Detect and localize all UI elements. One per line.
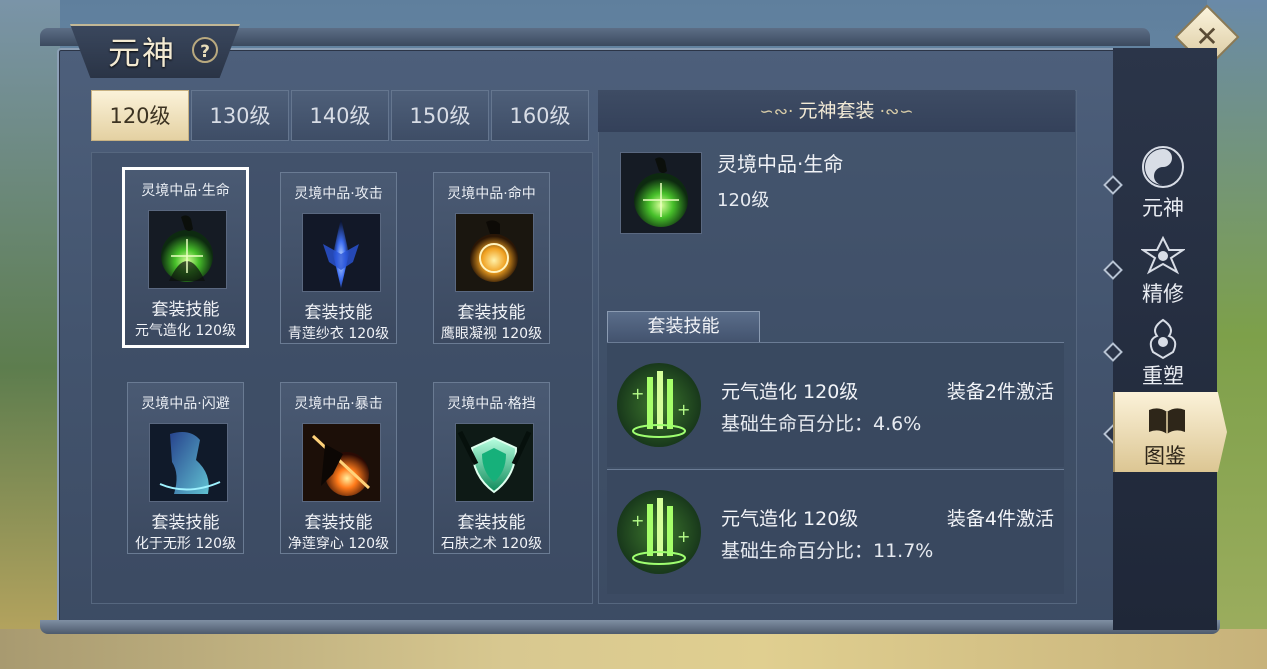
card-name: 灵境中品·格挡 [447, 396, 536, 412]
set-level: 120级 [717, 190, 770, 211]
nav-item-chongsu[interactable]: 重塑 [1113, 312, 1213, 392]
nav-label: 元神 [1142, 196, 1184, 220]
yin-yang-icon [1142, 146, 1184, 188]
card-name: 灵境中品·闪避 [141, 396, 230, 412]
refine-icon [1141, 236, 1185, 275]
ornament-right-icon: ·∾∽ [879, 102, 914, 122]
card-skill-detail: 青莲纱衣 120级 [287, 326, 390, 342]
card-name: 灵境中品·命中 [447, 186, 536, 202]
card-block[interactable]: 灵境中品·格挡 套装技能 石肤之术 120级 [433, 382, 550, 554]
background-bottom [0, 629, 1267, 669]
life-skill-icon: + + [617, 363, 701, 447]
tab-120[interactable]: 120级 [91, 90, 189, 141]
nav-item-yuanshen[interactable]: 元神 [1113, 140, 1213, 220]
tab-130[interactable]: 130级 [191, 90, 289, 141]
card-skill-detail: 净莲穿心 120级 [287, 536, 390, 552]
ornament-left-icon: ∽∾· [759, 102, 794, 122]
card-skill-detail: 石肤之术 120级 [440, 536, 543, 552]
nav-item-tujian[interactable]: 图鉴 [1113, 392, 1227, 472]
set-name: 灵境中品·生命 [717, 152, 844, 176]
card-hit[interactable]: 灵境中品·命中 套装技能 鹰眼凝视 120级 [433, 172, 550, 344]
level-tabs: 120级 130级 140级 150级 160级 [91, 90, 591, 141]
skill-row: + + 元气造化 120级 装备2件激活 基础生命百分比：4.6% [607, 342, 1064, 467]
skill-description: 基础生命百分比：11.7% [721, 540, 934, 562]
detail-header-title: 元神套装 [798, 100, 875, 122]
tab-160[interactable]: 160级 [491, 90, 589, 141]
tab-150[interactable]: 150级 [391, 90, 489, 141]
card-skill-detail: 化于无形 120级 [134, 536, 237, 552]
gold-ring-icon [455, 213, 534, 292]
skill-activation: 装备4件激活 [946, 508, 1054, 530]
green-orb-icon [148, 210, 227, 289]
card-skill-detail: 元气造化 120级 [134, 323, 237, 339]
skill-tab[interactable]: 套装技能 [607, 311, 760, 342]
background-left [0, 0, 60, 669]
reshape-icon [1149, 318, 1177, 360]
page-title: 元神 [108, 34, 177, 72]
card-name: 灵境中品·暴击 [294, 396, 383, 412]
svg-text:+: + [631, 511, 644, 530]
card-skill-label: 套装技能 [304, 303, 373, 323]
card-crit[interactable]: 灵境中品·暴击 套装技能 净莲穿心 120级 [280, 382, 397, 554]
card-skill-label: 套装技能 [304, 513, 373, 533]
card-skill-label: 套装技能 [151, 513, 220, 533]
svg-text:+: + [631, 384, 644, 403]
card-dodge[interactable]: 灵境中品·闪避 套装技能 化于无形 120级 [127, 382, 244, 554]
fire-strike-icon [302, 423, 381, 502]
skill-row: + + 元气造化 120级 装备4件激活 基础生命百分比：11.7% [607, 469, 1064, 594]
tab-140[interactable]: 140级 [291, 90, 389, 141]
nav-label: 重塑 [1142, 364, 1184, 388]
skill-description: 基础生命百分比：4.6% [721, 413, 922, 435]
skill-name: 元气造化 120级 [721, 381, 859, 403]
skill-activation: 装备2件激活 [946, 381, 1054, 403]
book-icon [1149, 408, 1185, 434]
green-shield-icon [455, 423, 534, 502]
svg-text:+: + [677, 527, 690, 546]
detail-header: ∽∾· 元神套装 ·∾∽ [598, 90, 1075, 132]
blue-dash-icon [149, 423, 228, 502]
card-life[interactable]: 灵境中品·生命 套装技能 元气造化 120级 [122, 167, 249, 348]
frame-bottom [40, 620, 1220, 634]
nav-item-jingxiu[interactable]: 精修 [1113, 230, 1213, 310]
life-skill-icon: + + [617, 490, 701, 574]
nav-label: 图鉴 [1144, 444, 1186, 468]
skill-name: 元气造化 120级 [721, 508, 859, 530]
question-icon[interactable]: ? [192, 37, 218, 63]
green-orb-icon [620, 152, 702, 234]
card-attack[interactable]: 灵境中品·攻击 套装技能 青莲纱衣 120级 [280, 172, 397, 344]
card-skill-label: 套装技能 [457, 513, 526, 533]
card-skill-detail: 鹰眼凝视 120级 [440, 326, 543, 342]
svg-text:+: + [677, 400, 690, 419]
card-skill-label: 套装技能 [457, 303, 526, 323]
nav-label: 精修 [1142, 282, 1184, 306]
card-name: 灵境中品·生命 [141, 183, 230, 199]
blue-sword-icon [302, 213, 381, 292]
card-skill-label: 套装技能 [151, 300, 220, 320]
card-name: 灵境中品·攻击 [294, 186, 383, 202]
